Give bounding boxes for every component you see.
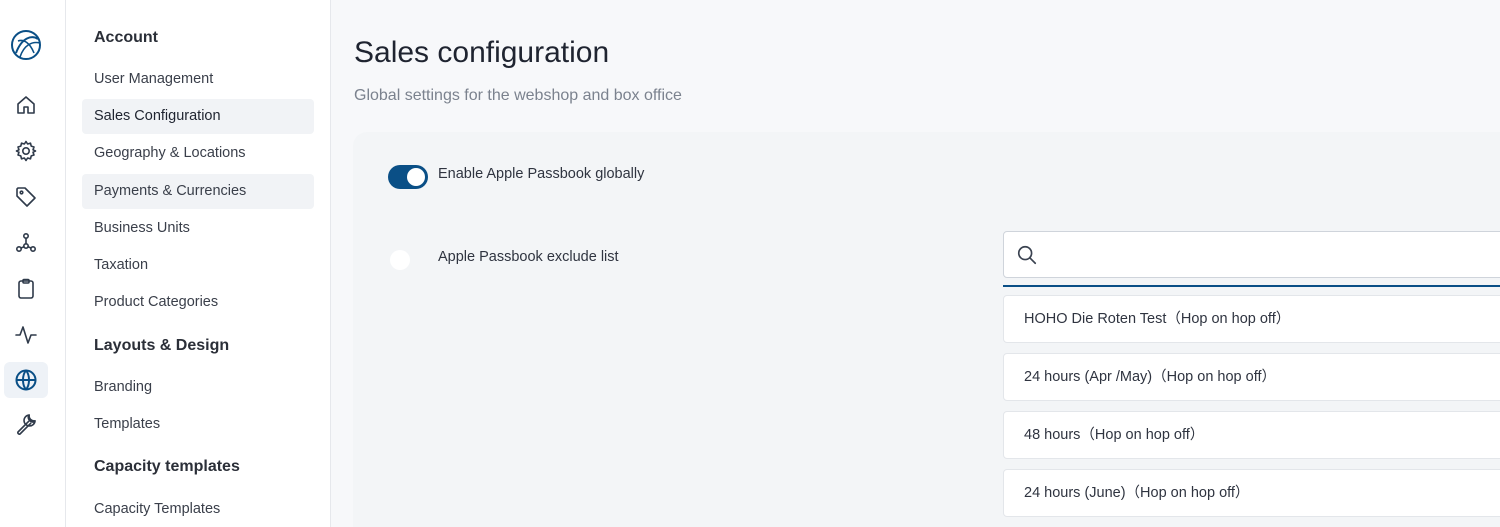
main-content: Sales configuration Global settings for … (331, 0, 1500, 527)
network-icon[interactable] (4, 225, 48, 261)
toggle-knob (407, 168, 425, 186)
nav-item-capacity-templates[interactable]: Capacity Templates (82, 492, 314, 527)
nav-section-title: Capacity templates (94, 458, 240, 475)
activity-icon[interactable] (4, 317, 48, 353)
logo-icon[interactable] (8, 27, 44, 63)
passbook-toggle-label: Enable Apple Passbook globally (438, 166, 645, 182)
nav-item-sales-configuration[interactable]: Sales Configuration (82, 99, 314, 134)
nav-item-templates[interactable]: Templates (82, 407, 314, 442)
search-input[interactable] (1048, 232, 1500, 277)
search-divider (1003, 285, 1500, 287)
gear-icon[interactable] (4, 133, 48, 169)
icon-rail (0, 0, 66, 527)
nav-item-product-categories[interactable]: Product Categories (82, 285, 314, 320)
exclude-list-radio[interactable] (390, 250, 410, 270)
exclude-option[interactable]: 24 hours (June)（Hop on hop off） (1003, 469, 1500, 517)
exclude-option[interactable]: HOHO Die Roten Test（Hop on hop off） (1003, 295, 1500, 343)
nav-item-branding[interactable]: Branding (82, 370, 314, 405)
passbook-toggle[interactable] (388, 165, 428, 189)
nav-item-taxation[interactable]: Taxation (82, 248, 314, 283)
tag-icon[interactable] (4, 179, 48, 215)
exclude-option[interactable]: 48 hours（Hop on hop off） (1003, 411, 1500, 459)
nav-item-business-units[interactable]: Business Units (82, 211, 314, 246)
exclude-option[interactable]: 24 hours (Apr /May)（Hop on hop off） (1003, 353, 1500, 401)
settings-nav: Account User Management Sales Configurat… (66, 0, 331, 527)
settings-card: Enable Apple Passbook globally Apple Pas… (353, 132, 1500, 527)
exclude-search-field (1003, 231, 1500, 278)
nav-section-title: Layouts & Design (94, 337, 230, 354)
search-icon (1017, 245, 1037, 265)
clipboard-icon[interactable] (4, 271, 48, 307)
nav-item-user-management[interactable]: User Management (82, 62, 314, 97)
wrench-icon[interactable] (4, 406, 48, 442)
page-title: Sales configuration (354, 36, 610, 69)
nav-section-title: Account (94, 29, 158, 46)
nav-item-payments-currencies[interactable]: Payments & Currencies (82, 174, 314, 209)
globe-icon[interactable] (4, 362, 48, 398)
home-icon[interactable] (4, 87, 48, 123)
page-subtitle: Global settings for the webshop and box … (354, 87, 682, 104)
exclude-list-label: Apple Passbook exclude list (438, 249, 619, 265)
nav-item-geography-locations[interactable]: Geography & Locations (82, 136, 314, 171)
